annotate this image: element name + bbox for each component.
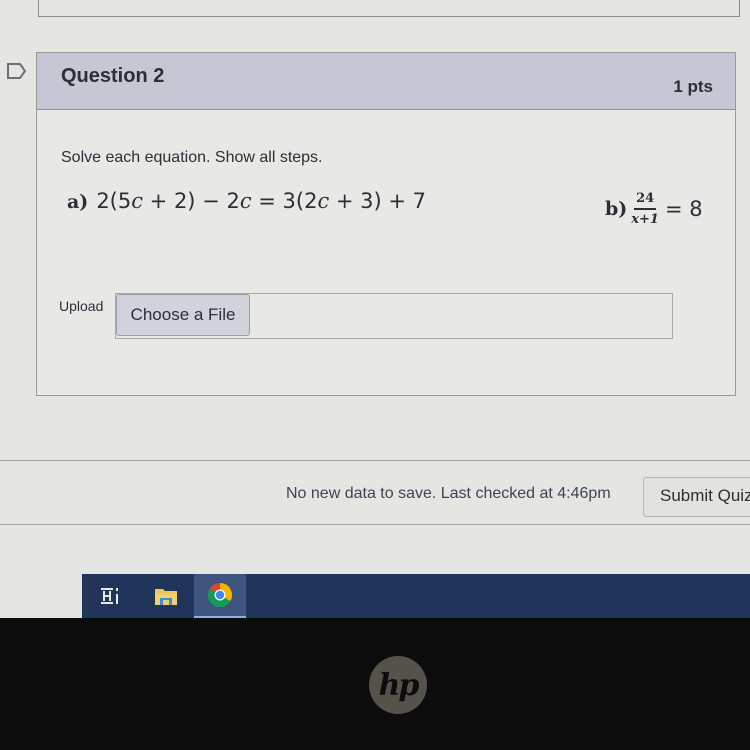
fraction-numerator: 24 [634, 191, 657, 210]
upload-label: Upload [59, 298, 104, 314]
divider [0, 524, 750, 525]
divider [0, 460, 750, 461]
question-points: 1 pts [673, 77, 713, 96]
chrome-icon [208, 583, 233, 608]
eq-a-var: c [317, 189, 330, 213]
eq-a-var: c [239, 189, 252, 213]
submit-quiz-button[interactable]: Submit Quiz [643, 477, 750, 517]
choose-file-button[interactable]: Choose a File [116, 294, 250, 336]
question-prompt: Solve each equation. Show all steps. [61, 149, 323, 166]
eq-a-part: 2(5 [96, 189, 132, 213]
task-view-icon [101, 588, 118, 604]
save-status: No new data to save. Last checked at 4:4… [286, 485, 611, 502]
folder-icon [155, 589, 177, 605]
eq-a-var: c [131, 189, 143, 213]
question-title: Question 2 [61, 65, 165, 87]
equation-b-label: b) [605, 198, 628, 220]
screen: Question 2 1 pts Solve each equation. Sh… [0, 0, 750, 618]
eq-a-part: + 2) − 2 [143, 189, 240, 213]
taskbar-file-explorer[interactable] [140, 574, 192, 618]
equation-b: b) 24 x+1 = 8 [605, 191, 703, 227]
fraction-denominator: x+1 [631, 212, 659, 227]
previous-question-box [38, 0, 740, 17]
eq-a-part: = 3(2 [251, 189, 318, 213]
fraction: 24 x+1 [631, 191, 659, 227]
taskbar [82, 574, 750, 618]
question-card: Question 2 1 pts Solve each equation. Sh… [36, 52, 736, 396]
file-upload-field[interactable]: Choose a File [115, 293, 673, 339]
equation-b-rhs: = 8 [664, 197, 703, 221]
equation-a-label: a) [67, 191, 89, 213]
question-header: Question 2 1 pts [37, 53, 735, 110]
equation-a: a) 2(5c + 2) − 2c = 3(2c + 3) + 7 [67, 189, 426, 213]
taskbar-chrome[interactable] [194, 574, 246, 618]
eq-a-part: + 3) + 7 [329, 189, 427, 213]
hp-logo: hp [369, 656, 427, 714]
flag-question-icon[interactable] [6, 62, 28, 80]
taskbar-task-view[interactable] [84, 574, 136, 618]
